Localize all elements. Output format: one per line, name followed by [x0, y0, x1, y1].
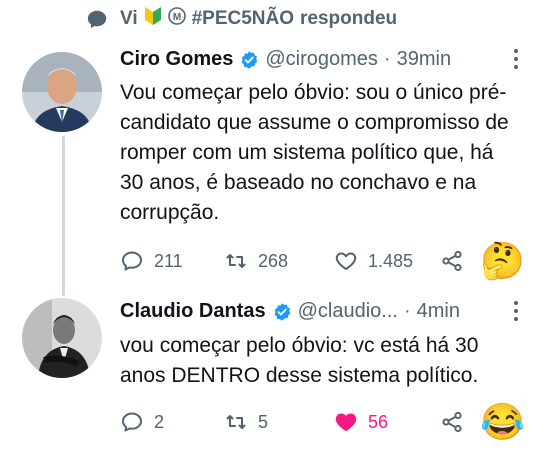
laughing-emoji: 😂	[480, 401, 525, 442]
verified-icon	[274, 302, 290, 321]
separator: ·	[403, 300, 411, 322]
reply-context: Vi M #PEC5NÃO respondeu	[86, 4, 397, 34]
context-user[interactable]: Vi	[120, 8, 138, 30]
author-handle[interactable]: @cirogomes	[265, 48, 378, 71]
avatar-claudio-dantas[interactable]	[22, 298, 102, 378]
author-name[interactable]: Ciro Gomes	[120, 48, 233, 71]
comment-icon	[122, 251, 142, 271]
svg-text:M: M	[172, 12, 180, 23]
timestamp[interactable]: 39min	[397, 48, 451, 71]
reply-button[interactable]: 2	[120, 410, 224, 434]
heart-icon	[335, 252, 357, 270]
context-hashtag[interactable]: #PEC5NÃO	[192, 8, 294, 30]
separator: ·	[383, 48, 391, 70]
comment-icon	[122, 412, 142, 432]
like-count: 1.485	[368, 250, 414, 271]
like-button[interactable]: 1.485	[334, 249, 440, 273]
tweet-actions: 211 268 1.485 🤔	[120, 243, 540, 279]
avatar-ciro-gomes[interactable]	[22, 52, 102, 132]
heart-icon	[335, 413, 357, 431]
tweet-text: Vou começar pelo óbvio: sou o único pré-…	[120, 81, 509, 224]
tweet-actions: 2 5 56 😂	[120, 404, 540, 440]
share-button[interactable]	[440, 410, 480, 434]
share-icon	[442, 411, 462, 433]
timestamp[interactable]: 4min	[417, 300, 460, 323]
retweet-button[interactable]: 268	[224, 249, 334, 273]
retweet-count: 5	[258, 411, 269, 432]
tweet-header: Ciro Gomes @cirogomes · 39min	[120, 48, 451, 71]
context-action: respondeu	[300, 8, 398, 29]
more-icon[interactable]	[512, 298, 520, 330]
thread-line	[62, 136, 65, 296]
like-button[interactable]: 56	[334, 410, 440, 434]
reply-button[interactable]: 211	[120, 249, 224, 273]
share-button[interactable]	[440, 249, 480, 273]
retweet-icon	[226, 415, 246, 429]
speech-bubble-icon	[87, 10, 107, 29]
author-name[interactable]: Claudio Dantas	[120, 300, 266, 323]
author-handle[interactable]: @claudio...	[298, 300, 398, 323]
circled-m-icon: M	[167, 7, 186, 31]
verified-icon	[241, 50, 258, 69]
reply-count: 211	[154, 250, 183, 271]
retweet-count: 268	[258, 250, 289, 271]
reply-count: 2	[154, 411, 165, 432]
retweet-button[interactable]: 5	[224, 410, 334, 434]
tweet-text: vou começar pelo óbvio: vc está há 30 an…	[120, 334, 479, 387]
share-icon	[442, 250, 462, 272]
retweet-icon	[226, 254, 246, 268]
like-count: 56	[368, 411, 389, 432]
tweet-header: Claudio Dantas @claudio... · 4min	[120, 300, 460, 323]
thinking-emoji: 🤔	[480, 240, 525, 281]
more-icon[interactable]	[512, 46, 520, 78]
beginner-badge-icon	[144, 6, 162, 32]
